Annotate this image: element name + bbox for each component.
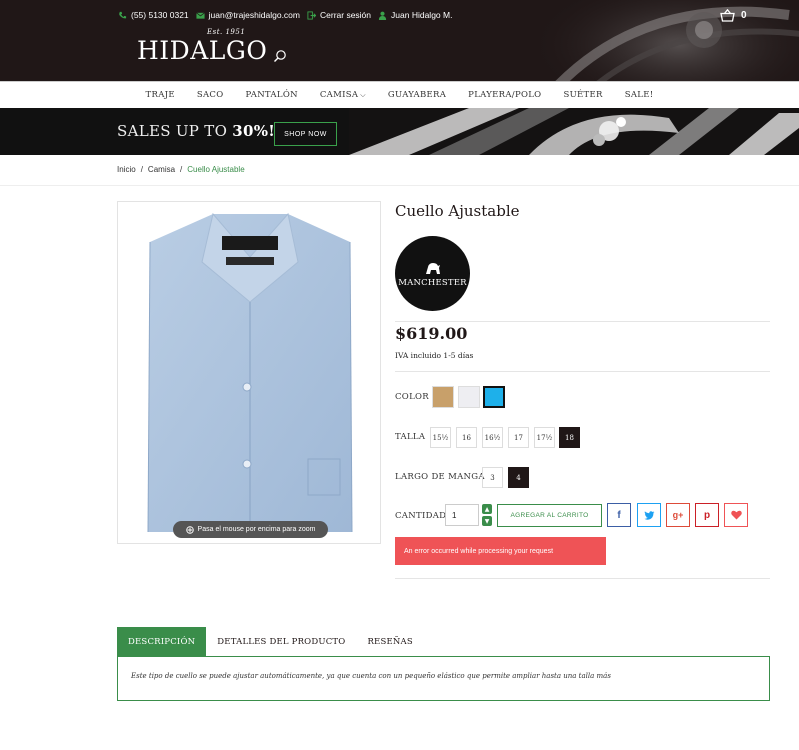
- user-name: Juan Hidalgo M.: [391, 10, 453, 20]
- tax-note: IVA incluido 1-5 días: [395, 351, 474, 360]
- quantity-input[interactable]: 1: [445, 504, 479, 526]
- divider: [395, 578, 770, 579]
- size-option[interactable]: 16½: [482, 427, 503, 448]
- zoom-hint-text: Pasa el mouse por encima para zoom: [197, 526, 316, 533]
- breadcrumb-sep: /: [180, 165, 183, 174]
- color-swatch-blue[interactable]: [483, 386, 505, 408]
- logout-link[interactable]: Cerrar sesión: [307, 10, 371, 20]
- tab-description[interactable]: DESCRIPCIÓN: [117, 627, 207, 657]
- chevron-down-icon: ⌵: [360, 91, 366, 99]
- brand-name: MANCHESTER: [398, 277, 467, 288]
- breadcrumb-home[interactable]: Inicio: [117, 165, 136, 174]
- phone-text: (55) 5130 0321: [131, 10, 189, 20]
- phone-icon: [119, 11, 127, 18]
- product-tabs: DESCRIPCIÓN DETALLES DEL PRODUCTO RESEÑA…: [117, 627, 424, 657]
- nav-item-camisa-label: CAMISA: [319, 90, 359, 100]
- qty-label: CANTIDAD: [395, 511, 447, 521]
- color-swatch-white[interactable]: [458, 386, 480, 408]
- googleplus-icon: g+: [672, 510, 684, 520]
- nav-item-camisa[interactable]: CAMISA ⌵: [320, 90, 366, 100]
- add-to-cart-button[interactable]: AGREGAR AL CARRITO: [497, 504, 602, 527]
- size-label: TALLA: [395, 432, 426, 442]
- zoom-hint: Pasa el mouse por encima para zoom: [173, 521, 328, 538]
- tab-reviews[interactable]: RESEÑAS: [356, 627, 423, 657]
- user-icon: [378, 11, 387, 20]
- main-nav: TRAJE SACO PANTALÓN CAMISA ⌵ GUAYABERA PL…: [0, 81, 799, 108]
- breadcrumb-current: Cuello Ajustable: [187, 165, 245, 174]
- googleplus-share-button[interactable]: g+: [666, 503, 690, 527]
- jewelry-image: [349, 108, 799, 155]
- brand-logo[interactable]: MANCHESTER: [395, 236, 470, 311]
- sleeve-label: LARGO DE MANGA: [395, 472, 485, 482]
- contact-bar: (55) 5130 0321 juan@trajeshidalgo.com Ce…: [118, 10, 459, 20]
- promo-prefix: SALES UP TO: [117, 122, 228, 140]
- cart-button[interactable]: 0: [720, 9, 747, 22]
- mail-icon: [195, 12, 205, 19]
- nav-item-sueter[interactable]: SUÉTER: [563, 90, 602, 100]
- qty-decrement-button[interactable]: ▼: [482, 516, 492, 526]
- top-header: (55) 5130 0321 juan@trajeshidalgo.com Ce…: [0, 0, 799, 81]
- breadcrumb: Inicio / Camisa / Cuello Ajustable: [117, 165, 245, 174]
- nav-item-sale[interactable]: SALE!: [625, 90, 654, 100]
- pinterest-icon: p: [703, 509, 711, 521]
- twitter-icon: [643, 510, 654, 520]
- facebook-share-button[interactable]: f: [607, 503, 631, 527]
- twitter-share-button[interactable]: [637, 503, 661, 527]
- color-label: COLOR: [395, 392, 429, 402]
- promo-value: 30%!: [232, 122, 276, 140]
- size-option[interactable]: 15½: [430, 427, 451, 448]
- product-price: $619.00: [395, 324, 468, 343]
- zoom-icon: [185, 525, 194, 534]
- product-image[interactable]: Pasa el mouse por encima para zoom: [117, 201, 381, 544]
- shirt-image: [147, 212, 353, 533]
- sleeve-option-selected[interactable]: 4: [508, 467, 529, 488]
- sleeve-option[interactable]: 3: [482, 467, 503, 488]
- size-option-selected[interactable]: 18: [559, 427, 580, 448]
- description-panel: Este tipo de cuello se puede ajustar aut…: [117, 656, 770, 701]
- promo-banner[interactable]: SALES UP TO 30%! SHOP NOW: [0, 108, 799, 155]
- color-swatch-tan[interactable]: [432, 386, 454, 408]
- ring-image: [529, 0, 799, 81]
- email-item[interactable]: juan@trajeshidalgo.com: [195, 10, 300, 20]
- size-option[interactable]: 17½: [534, 427, 555, 448]
- lion-icon: [425, 262, 440, 274]
- error-alert: An error occurred while processing your …: [395, 537, 606, 565]
- wishlist-button[interactable]: [724, 503, 748, 527]
- basket-icon: [720, 9, 735, 22]
- nav-item-saco[interactable]: SACO: [197, 90, 224, 100]
- size-option[interactable]: 17: [508, 427, 529, 448]
- user-item[interactable]: Juan Hidalgo M.: [378, 10, 452, 20]
- breadcrumb-sep: /: [140, 165, 143, 174]
- search-icon[interactable]: [273, 49, 287, 63]
- product-title: Cuello Ajustable: [395, 202, 520, 220]
- logo-text: HIDALGO: [137, 36, 268, 65]
- qty-increment-button[interactable]: ▲: [482, 504, 492, 514]
- breadcrumb-category[interactable]: Camisa: [148, 165, 175, 174]
- shop-now-button[interactable]: SHOP NOW: [274, 122, 337, 146]
- phone-item[interactable]: (55) 5130 0321: [118, 10, 189, 20]
- nav-item-traje[interactable]: TRAJE: [146, 90, 175, 100]
- nav-item-guayabera[interactable]: GUAYABERA: [388, 90, 446, 100]
- tab-details[interactable]: DETALLES DEL PRODUCTO: [206, 627, 356, 657]
- pinterest-share-button[interactable]: p: [695, 503, 719, 527]
- divider: [395, 321, 770, 322]
- email-text: juan@trajeshidalgo.com: [208, 10, 300, 20]
- cart-count: 0: [741, 10, 747, 21]
- nav-item-pantalon[interactable]: PANTALÓN: [246, 90, 298, 100]
- logo-est: Est. 1951: [207, 28, 246, 36]
- heart-icon: [730, 510, 742, 520]
- nav-item-playera[interactable]: PLAYERA/POLO: [468, 90, 541, 100]
- divider: [0, 185, 799, 186]
- logout-text: Cerrar sesión: [320, 10, 372, 20]
- divider: [395, 371, 770, 372]
- description-text: Este tipo de cuello se puede ajustar aut…: [131, 672, 611, 680]
- logo[interactable]: HIDALGO Est. 1951: [137, 28, 268, 65]
- size-option[interactable]: 16: [456, 427, 477, 448]
- facebook-icon: f: [617, 509, 621, 521]
- logout-icon: [307, 10, 316, 20]
- promo-text: SALES UP TO 30%!: [117, 122, 275, 140]
